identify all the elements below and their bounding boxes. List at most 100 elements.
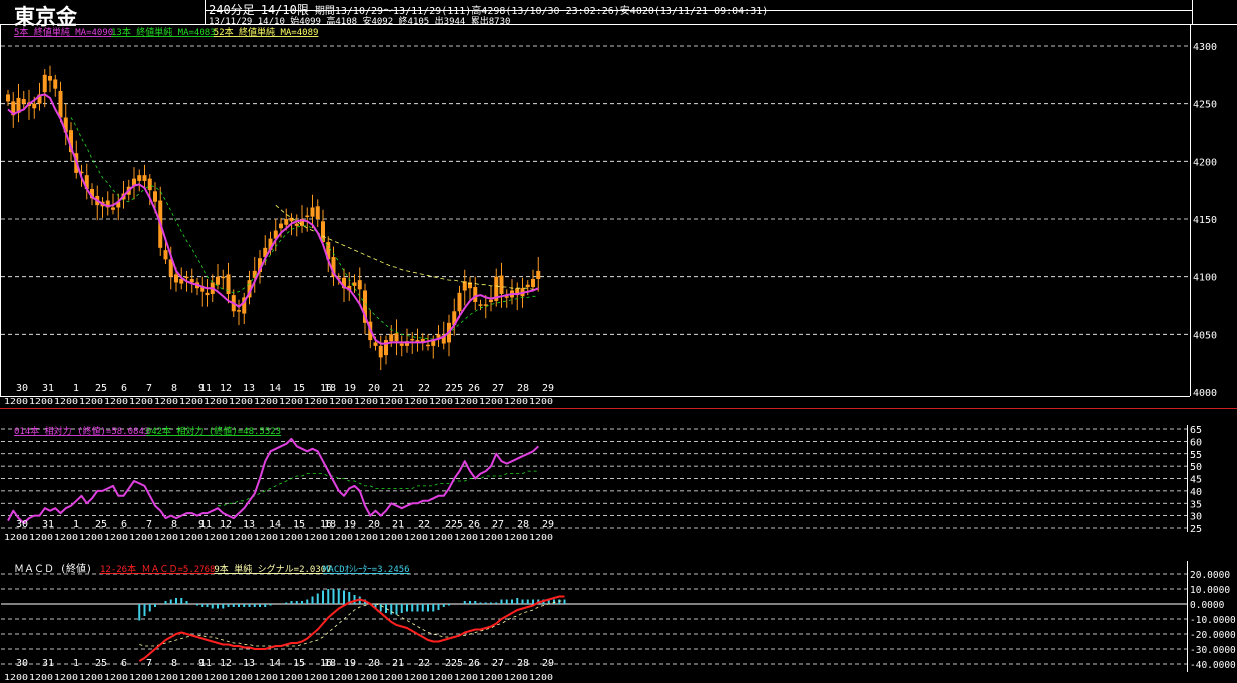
legend-entry: 014本 相対力 (終値)=58.0843 xyxy=(14,425,149,437)
candle-body xyxy=(525,284,530,288)
x-time-label: 1200 xyxy=(29,397,53,406)
x-day-label: 25 xyxy=(95,519,107,530)
candle-body xyxy=(310,207,315,217)
x-day-label: 1 xyxy=(73,383,79,394)
x-time-label: 1200 xyxy=(154,533,178,542)
x-day-label: 13 xyxy=(243,658,255,669)
x-time-label: 1200 xyxy=(54,397,78,406)
price-y-tick: 4100 xyxy=(1193,273,1217,284)
x-day-label: 29 xyxy=(542,383,554,394)
x-day-label: 31 xyxy=(42,658,54,669)
candle-body xyxy=(284,219,289,225)
x-day-label: 25 xyxy=(95,383,107,394)
x-time-label: 1200 xyxy=(104,673,128,682)
x-day-label: 6 xyxy=(121,383,127,394)
rsi-panel: 656055504540353025014本 相対力 (終値)=58.08430… xyxy=(1,425,1202,542)
x-day-label: 21 xyxy=(392,383,404,394)
x-day-label: 12 xyxy=(220,658,232,669)
x-time-label: 1200 xyxy=(329,533,353,542)
x-day-label: 225 xyxy=(445,658,463,669)
rsi-y-tick: 50 xyxy=(1190,462,1202,473)
x-day-label: 8 xyxy=(171,383,177,394)
x-day-label: 13 xyxy=(243,383,255,394)
x-day-label: 8 xyxy=(171,658,177,669)
x-day-label: 22 xyxy=(418,658,430,669)
x-day-label: 15 xyxy=(293,519,305,530)
candle-body xyxy=(205,292,210,296)
x-time-label: 1200 xyxy=(29,533,53,542)
candle-body xyxy=(389,334,394,342)
x-time-label: 1200 xyxy=(504,533,528,542)
candle-body xyxy=(111,207,115,210)
x-time-label: 1200 xyxy=(354,533,378,542)
x-day-label: 19 xyxy=(344,658,356,669)
candle-body xyxy=(457,292,462,312)
x-time-label: 1200 xyxy=(79,397,103,406)
x-day-label: 30 xyxy=(16,383,28,394)
x-day-label: 30 xyxy=(16,658,28,669)
x-day-label: 21 xyxy=(392,658,404,669)
price-y-tick: 4200 xyxy=(1193,157,1217,168)
x-day-label: 7 xyxy=(146,658,152,669)
candle-body xyxy=(58,90,63,118)
rsi-y-tick: 35 xyxy=(1190,499,1202,510)
x-day-label: 20 xyxy=(368,383,380,394)
x-day-label: 11 xyxy=(200,383,212,394)
x-time-label: 1200 xyxy=(404,533,428,542)
x-day-label: 12 xyxy=(220,383,232,394)
rsi42-line xyxy=(218,470,539,507)
candle-body xyxy=(426,344,430,347)
macd-y-tick: 20.0000 xyxy=(1190,570,1230,581)
x-day-label: 29 xyxy=(542,519,554,530)
x-time-label: 1200 xyxy=(404,397,428,406)
x-time-label: 1200 xyxy=(379,673,403,682)
x-day-label: 18 xyxy=(324,658,336,669)
macd-y-tick: -20.0000 xyxy=(1190,630,1236,641)
x-day-label: 13 xyxy=(243,519,255,530)
candle-body xyxy=(357,280,362,290)
candle-body xyxy=(504,296,509,298)
macd-y-tick: -30.0000 xyxy=(1190,645,1236,656)
x-time-label: 1200 xyxy=(254,397,278,406)
candle-body xyxy=(48,75,52,81)
candle-body xyxy=(410,338,415,341)
candle-body xyxy=(153,191,157,202)
candle-body xyxy=(305,215,310,218)
macd-y-tick: -40.0000 xyxy=(1190,660,1236,671)
macd-title: ＭＡＣＤ (終値) xyxy=(14,562,92,575)
x-time-label: 1200 xyxy=(279,533,303,542)
candle-body xyxy=(315,206,320,219)
x-day-label: 26 xyxy=(468,658,480,669)
candle-body xyxy=(378,345,383,358)
legend-entry: 5本 終値単純 MA=4090 xyxy=(14,26,113,38)
x-time-label: 1200 xyxy=(254,673,278,682)
x-time-label: 1200 xyxy=(304,673,328,682)
candle-body xyxy=(163,250,168,260)
macd-y-tick: -10.0000 xyxy=(1190,615,1236,626)
x-day-label: 12 xyxy=(220,519,232,530)
x-day-label: 1 xyxy=(73,658,79,669)
x-day-label: 29 xyxy=(542,658,554,669)
rsi-y-tick: 40 xyxy=(1190,487,1202,498)
candle-body xyxy=(294,223,299,226)
x-time-label: 1200 xyxy=(379,533,403,542)
x-time-label: 1200 xyxy=(179,673,203,682)
x-day-label: 25 xyxy=(95,658,107,669)
chart-canvas: 43004250420041504100405040005本 終値単純 MA=4… xyxy=(0,0,1237,682)
candle-body xyxy=(53,79,58,89)
x-time-label: 1200 xyxy=(129,533,153,542)
x-day-label: 31 xyxy=(42,519,54,530)
x-day-label: 225 xyxy=(445,383,463,394)
x-day-label: 27 xyxy=(492,519,504,530)
x-day-label: 7 xyxy=(146,519,152,530)
legend-entry: 52本 終値単純 MA=4089 xyxy=(214,26,319,38)
x-time-label: 1200 xyxy=(454,673,478,682)
candle-body xyxy=(216,276,220,285)
x-day-label: 18 xyxy=(324,383,336,394)
x-day-label: 14 xyxy=(269,519,281,530)
macd-y-tick: 10.0000 xyxy=(1190,585,1230,596)
x-time-label: 1200 xyxy=(529,533,553,542)
x-time-label: 1200 xyxy=(79,533,103,542)
candle-body xyxy=(483,304,488,306)
x-time-label: 1200 xyxy=(454,397,478,406)
